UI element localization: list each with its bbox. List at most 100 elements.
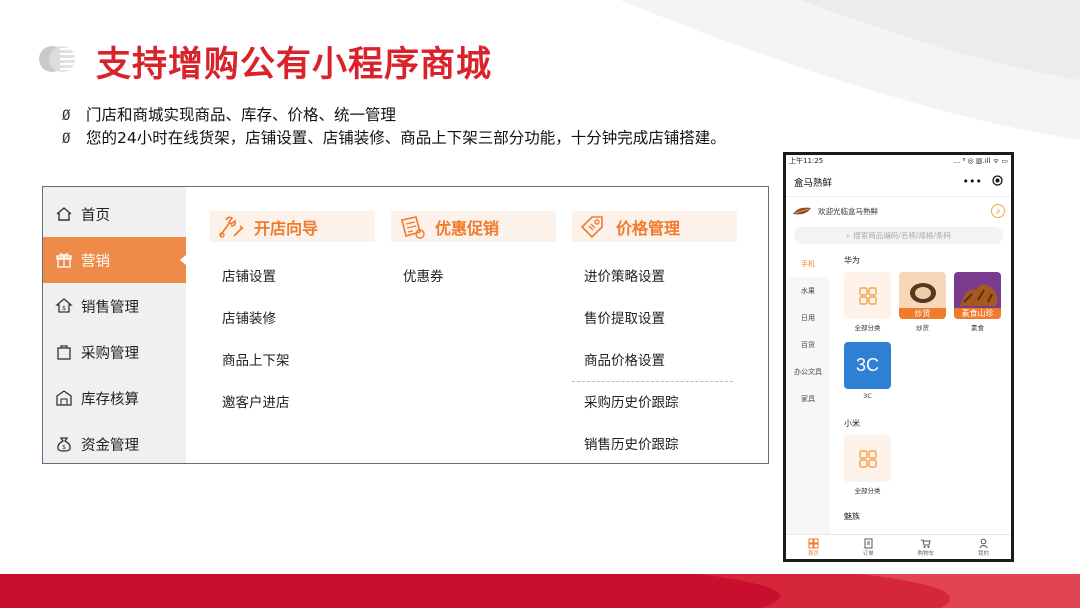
menu-item-product-listing[interactable]: 商品上下架: [210, 340, 375, 382]
order-icon: [864, 538, 873, 548]
tile-caption: 素食: [971, 324, 984, 332]
price-tag-icon: [578, 214, 608, 240]
bullet-list: Ø 门店和商城实现商品、库存、价格、统一管理 Ø 您的24小时在线货架，店铺设置、店…: [62, 104, 726, 150]
shop-logo-icon: [793, 207, 811, 215]
sidebar-item-sales[interactable]: $ 销售管理: [43, 283, 186, 329]
mini-program-navbar: 盒马熟鲜 •••: [786, 167, 1011, 197]
sidebar-item-label: 销售管理: [81, 299, 139, 316]
bullet-text: 您的24小时在线货架，店铺设置、店铺装修、商品上下架三部分功能，十分钟完成店铺搭…: [86, 129, 726, 147]
tab-label: 订单: [862, 550, 874, 557]
brand-label: 小米: [844, 419, 860, 428]
tab-home[interactable]: 首页: [808, 538, 819, 557]
sales-icon: $: [55, 297, 73, 315]
bottom-tab-bar: 首页 订单 购物车 我的: [786, 534, 1011, 559]
tab-orders[interactable]: 订单: [863, 538, 874, 557]
all-categories-icon: [844, 272, 891, 319]
all-categories-icon: [844, 435, 891, 482]
bullet-mark: Ø: [62, 108, 71, 124]
goods-panel: 华为 全部分类 炒货 炒货 素食山珍 素食 3C 3C 小米 全部分类 魅族: [830, 250, 1011, 539]
sidebar-item-home[interactable]: 首页: [43, 191, 186, 237]
sidebar-item-inventory[interactable]: 库存核算: [43, 375, 186, 421]
sidebar: 首页 营销 $ 销售管理 采购管理 库存核算 $ 资金管理: [43, 187, 187, 463]
product-search-input[interactable]: ⌕ 搜索商品编码/名称/规格/条码: [794, 227, 1003, 244]
column-title: 开店向导: [254, 218, 319, 238]
menu-item-invite-customers[interactable]: 邀客户进店: [210, 382, 375, 424]
sidebar-item-label: 首页: [81, 207, 110, 224]
category-item-phone[interactable]: 手机: [786, 250, 830, 277]
tile-tag: 炒货: [899, 308, 946, 319]
sidebar-item-label: 资金管理: [81, 437, 139, 454]
menu-item-purchase-price-strategy[interactable]: 进价策略设置: [572, 256, 737, 298]
3c-badge-icon: 3C: [844, 342, 891, 389]
menu-column-promotions: 优惠促销 优惠券: [391, 211, 556, 298]
tile-caption: 全部分类: [854, 487, 881, 495]
brand-label: 魅族: [844, 512, 860, 521]
coupon-icon: [397, 214, 427, 240]
tab-label: 我的: [978, 550, 990, 557]
shop-name: 盒马熟鲜: [794, 177, 833, 189]
nut-image: 炒货: [899, 272, 946, 319]
goods-tile[interactable]: 3C 3C: [844, 342, 891, 400]
sidebar-item-purchase[interactable]: 采购管理: [43, 329, 186, 375]
points-coin-icon[interactable]: ∂: [991, 204, 1005, 218]
svg-text:$: $: [62, 305, 66, 312]
tile-caption: 炒货: [916, 324, 929, 332]
tab-cart[interactable]: 购物车: [917, 538, 935, 557]
menu-item-coupons[interactable]: 优惠券: [391, 256, 556, 298]
menu-item-sale-price-history[interactable]: 销售历史价跟踪: [572, 424, 737, 466]
goods-tile[interactable]: 全部分类: [844, 272, 891, 332]
bullet-item: Ø 门店和商城实现商品、库存、价格、统一管理: [62, 104, 726, 127]
menu-item-purchase-price-history[interactable]: 采购历史价跟踪: [572, 382, 737, 424]
column-header: 开店向导: [210, 211, 375, 242]
search-icon: ⌕: [846, 230, 851, 240]
goods-tile[interactable]: 炒货 炒货: [899, 272, 946, 332]
admin-panel: 首页 营销 $ 销售管理 采购管理 库存核算 $ 资金管理 开店向导 店铺设置 …: [42, 186, 769, 464]
brand-label: 华为: [844, 256, 860, 265]
column-header: 优惠促销: [391, 211, 556, 242]
slide-title: 支持增购公有小程序商城: [96, 45, 493, 85]
more-icon[interactable]: •••: [963, 175, 982, 188]
category-item-fruit[interactable]: 水果: [786, 277, 830, 304]
inventory-icon: [55, 389, 73, 407]
goods-tile[interactable]: 全部分类: [844, 435, 891, 495]
phone-status-bar: 上午11:25 ... ⁸ ◎ ▥.ıll ᯤ ▭: [786, 155, 1011, 167]
category-browser: 手机 水果 日用 百货 办公文具 家具 华为 全部分类 炒货 炒货 素食山珍 素…: [786, 250, 1011, 539]
welcome-banner: 欢迎光临盒马熟鲜 ∂: [786, 197, 1011, 225]
logo-mark: [39, 46, 80, 72]
sidebar-item-funds[interactable]: $ 资金管理: [43, 421, 186, 467]
category-item-furniture[interactable]: 家具: [786, 385, 830, 412]
menu-column-store-guide: 开店向导 店铺设置 店铺装修 商品上下架 邀客户进店: [210, 211, 375, 424]
3c-badge-text: 3C: [855, 355, 879, 375]
category-item-stationery[interactable]: 办公文具: [786, 358, 830, 385]
tile-tag: 素食山珍: [954, 308, 1001, 319]
close-capsule-icon[interactable]: [992, 174, 1003, 189]
menu-item-store-settings[interactable]: 店铺设置: [210, 256, 375, 298]
bullet-mark: Ø: [62, 131, 71, 147]
sidebar-item-label: 库存核算: [81, 391, 139, 408]
status-icons: ... ⁸ ◎ ▥.ıll ᯤ ▭: [953, 156, 1008, 165]
menu-column-price-management: 价格管理 进价策略设置 售价提取设置 商品价格设置 采购历史价跟踪 销售历史价跟…: [572, 211, 737, 466]
column-title: 优惠促销: [435, 218, 500, 238]
category-item-general[interactable]: 百货: [786, 331, 830, 358]
tab-label: 购物车: [917, 550, 935, 557]
money-bag-icon: $: [55, 435, 73, 453]
home-icon: [55, 205, 73, 223]
category-item-daily[interactable]: 日用: [786, 304, 830, 331]
category-list: 手机 水果 日用 百货 办公文具 家具: [786, 250, 830, 539]
goods-tile[interactable]: 素食山珍 素食: [954, 272, 1001, 332]
status-time: 上午11:25: [789, 157, 824, 165]
tile-caption: 全部分类: [854, 324, 881, 332]
tab-profile[interactable]: 我的: [978, 538, 989, 557]
sidebar-item-marketing[interactable]: 营销: [43, 237, 187, 283]
sidebar-item-label: 采购管理: [81, 345, 139, 362]
bottom-red-band: [0, 574, 1080, 608]
menu-item-store-decoration[interactable]: 店铺装修: [210, 298, 375, 340]
svg-text:$: $: [62, 444, 66, 451]
menu-content: 开店向导 店铺设置 店铺装修 商品上下架 邀客户进店 优惠促销 优惠券 价格管理…: [186, 187, 768, 463]
tile-caption: 3C: [863, 392, 872, 400]
menu-item-sale-price-extraction[interactable]: 售价提取设置: [572, 298, 737, 340]
menu-item-product-price-settings[interactable]: 商品价格设置: [572, 340, 733, 382]
gift-icon: [55, 251, 73, 269]
user-icon: [979, 538, 988, 548]
purchase-icon: [55, 343, 73, 361]
